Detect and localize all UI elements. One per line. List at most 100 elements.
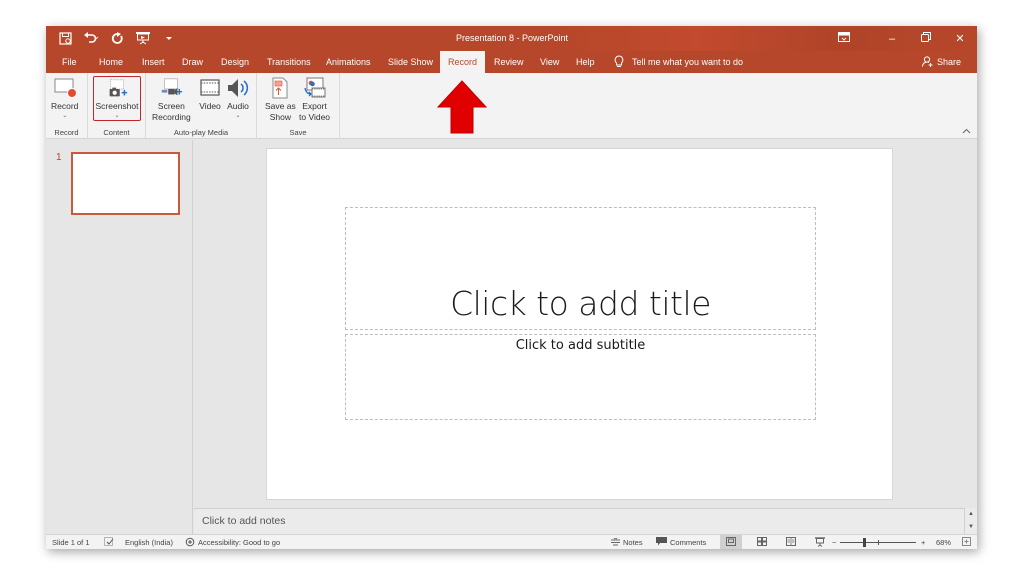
share-button[interactable]: Share [921,51,961,73]
slide-thumbnail[interactable] [71,152,180,215]
share-label: Share [936,57,961,67]
video-button[interactable]: Video [198,76,222,112]
collapse-ribbon-button[interactable] [962,126,971,136]
tab-help[interactable]: Help [568,51,603,73]
normal-view-icon [726,537,736,548]
save-as-show-icon [268,76,292,100]
save-as-show-button[interactable]: Save as Show [265,76,296,123]
chevron-down-icon: ⌄ [114,113,120,119]
tab-animations[interactable]: Animations [318,51,379,73]
tab-home[interactable]: Home [91,51,131,73]
subtitle-placeholder-text: Click to add subtitle [515,338,646,353]
tab-transitions[interactable]: Transitions [259,51,319,73]
slide-editing-area: Click to add title Click to add subtitle [194,140,977,508]
subtitle-placeholder[interactable]: Click to add subtitle [345,334,816,420]
tell-me-placeholder: Tell me what you want to do [632,57,744,67]
tab-file[interactable]: File [54,51,85,73]
tell-me-search[interactable]: Tell me what you want to do [614,51,743,73]
ribbon-display-options-icon [838,32,850,45]
window-controls: – ✕ [827,26,977,51]
lightbulb-icon [614,54,624,70]
tab-insert[interactable]: Insert [134,51,173,73]
tab-view[interactable]: View [532,51,567,73]
ribbon: Record ⌄ Record Screenshot ⌄ Content Scr [46,73,977,139]
person-icon [921,55,933,69]
film-icon [198,76,222,100]
group-label-record: Record [54,128,79,137]
group-label-auto-play-media: Auto-play Media [173,128,229,137]
audio-button[interactable]: Audio ⌄ [226,76,250,120]
ribbon-group-auto-play-media: Screen Recording Video Audio ⌄ Auto-play… [146,73,257,139]
fit-slide-button[interactable] [962,535,971,549]
accessibility-icon [185,537,195,549]
save-icon[interactable] [56,30,74,46]
zoom-slider-center-tick [878,540,879,545]
comments-button[interactable]: Comments [656,535,706,549]
reading-view-button[interactable] [780,535,802,549]
customize-quick-access-icon[interactable] [160,30,178,46]
screenshot-button[interactable]: Screenshot ⌄ [93,76,141,121]
powerpoint-window: Presentation 8 - PowerPoint – ✕ File Hom… [46,26,977,549]
screen-recording-button[interactable]: Screen Recording [152,76,191,123]
tab-draw[interactable]: Draw [174,51,211,73]
group-label-content: Content [103,128,130,137]
status-bar: Slide 1 of 1 English (India) Accessibili… [46,534,977,549]
ribbon-display-options-button[interactable] [827,26,861,51]
screen-recording-icon [159,76,183,100]
zoom-out-button[interactable]: − [832,535,836,549]
ribbon-group-record: Record ⌄ Record [46,73,88,139]
ribbon-group-content: Screenshot ⌄ Content [88,73,146,139]
tab-design[interactable]: Design [213,51,257,73]
tab-record[interactable]: Record [440,51,485,73]
title-placeholder[interactable]: Click to add title [345,207,816,330]
red-arrow-annotation [436,79,488,140]
ribbon-tabs: File Home Insert Draw Design Transitions… [46,51,977,73]
chevron-down-icon: ⌄ [235,113,241,119]
export-video-icon [303,76,327,100]
scroll-down-icon[interactable]: ▼ [965,521,977,534]
present-from-beginning-icon[interactable] [134,30,152,46]
fit-to-window-icon [962,537,971,548]
zoom-level-button[interactable]: 68% [936,535,951,549]
accessibility-button[interactable]: Accessibility: Good to go [185,535,280,549]
comment-icon [656,537,667,548]
scroll-up-icon[interactable]: ▲ [965,508,977,521]
title-bar: Presentation 8 - PowerPoint – ✕ [46,26,977,51]
reading-view-icon [786,537,796,548]
spell-check-icon [104,537,114,548]
slide-counter: Slide 1 of 1 [52,538,90,547]
camera-icon [105,77,129,100]
chevron-down-icon: ⌄ [62,113,68,119]
slide-show-icon [815,536,825,549]
notes-pane[interactable]: Click to add notes [194,508,964,534]
spelling-check-button[interactable] [104,535,114,549]
tab-slide-show[interactable]: Slide Show [380,51,441,73]
language-button[interactable]: English (India) [125,535,173,549]
group-label-save: Save [289,128,307,137]
record-button[interactable]: Record ⌄ [51,76,78,120]
notes-toggle-button[interactable]: Notes [611,535,643,549]
slide-canvas[interactable]: Click to add title Click to add subtitle [266,148,893,500]
normal-view-button[interactable] [720,535,742,549]
speaker-icon [226,76,250,100]
window-title: Presentation 8 - PowerPoint [456,33,569,43]
restore-button[interactable] [909,26,943,51]
close-button[interactable]: ✕ [943,26,977,51]
export-to-video-button[interactable]: Export to Video [299,76,330,123]
zoom-slider[interactable] [840,538,916,547]
zoom-slider-thumb[interactable] [862,538,866,547]
vertical-scrollbar[interactable]: ▲ ▼ [964,508,977,534]
quick-access-toolbar [56,30,178,46]
redo-icon[interactable] [108,30,126,46]
slide-thumbnail-pane: 1 [46,140,193,535]
slide-show-view-button[interactable] [809,535,831,549]
slide-number: 1 [56,152,62,163]
undo-icon[interactable] [82,30,100,46]
tab-review[interactable]: Review [486,51,532,73]
minimize-button[interactable]: – [875,26,909,51]
zoom-in-button[interactable]: + [921,535,925,549]
slide-sorter-icon [757,537,767,548]
slide-sorter-view-button[interactable] [751,535,773,549]
restore-icon [921,32,931,45]
notes-placeholder: Click to add notes [202,515,286,527]
